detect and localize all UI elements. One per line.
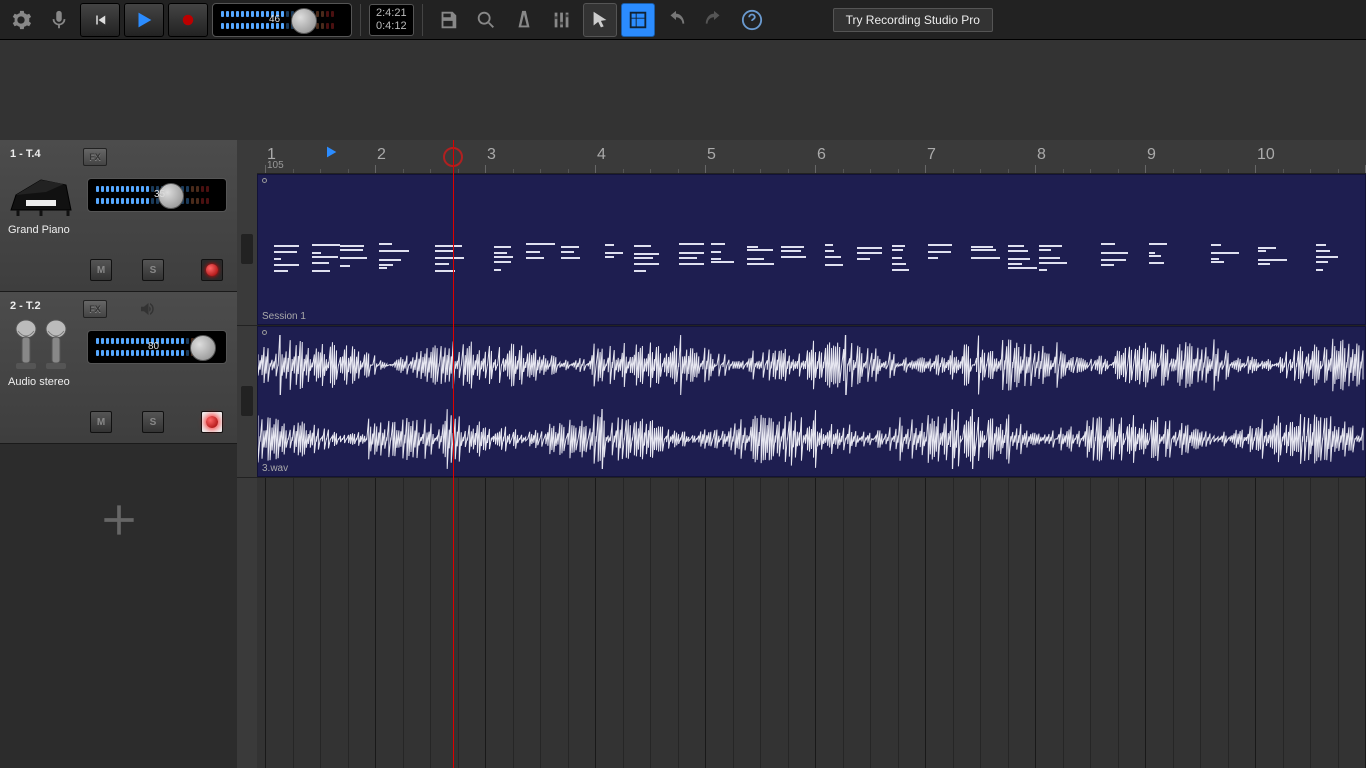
timeline-area: 105 1234567891011 Session 1 3.wav	[257, 140, 1366, 768]
range-tool-button[interactable]	[621, 3, 655, 37]
metronome-button[interactable]	[507, 3, 541, 37]
track-minimap-item[interactable]	[237, 326, 257, 478]
playhead[interactable]	[453, 140, 454, 768]
solo-button[interactable]: S	[142, 411, 164, 433]
master-volume-value: 46	[269, 14, 280, 25]
help-button[interactable]	[735, 3, 769, 37]
solo-button[interactable]: S	[142, 259, 164, 281]
bar-number: 5	[707, 146, 716, 164]
mic-input-button[interactable]	[42, 3, 76, 37]
master-volume-knob[interactable]	[291, 8, 317, 34]
track-header-2[interactable]: 2 - T.2 FX Audio stereo 80 M S	[0, 292, 237, 444]
audio-clip[interactable]: 3.wav	[257, 326, 1366, 477]
bar-number: 8	[1037, 146, 1046, 164]
playhead-marker-icon[interactable]	[323, 144, 339, 163]
instrument-icon-mic[interactable]	[6, 320, 76, 374]
track-minimap-column	[237, 140, 257, 768]
bar-number: 4	[597, 146, 606, 164]
play-button[interactable]	[124, 3, 164, 37]
fx-button[interactable]: FX	[83, 148, 107, 166]
bar-number: 6	[817, 146, 826, 164]
track-id: 2 - T.2	[10, 300, 227, 312]
redo-button[interactable]	[697, 3, 731, 37]
track-volume-value: 80	[148, 341, 159, 352]
settings-button[interactable]	[4, 3, 38, 37]
fx-button[interactable]: FX	[83, 300, 107, 318]
bar-number: 2	[377, 146, 386, 164]
instrument-icon-piano[interactable]	[6, 168, 76, 222]
track-name: Audio stereo	[8, 376, 70, 388]
add-track-button[interactable]	[0, 444, 237, 596]
track-volume-knob[interactable]	[190, 335, 216, 361]
track-volume-slider[interactable]: 35	[87, 178, 227, 212]
midi-clip[interactable]: Session 1	[257, 174, 1366, 325]
record-arm-button[interactable]	[201, 411, 223, 433]
mute-button[interactable]: M	[90, 411, 112, 433]
bar-number: 3	[487, 146, 496, 164]
workspace: 1 - T.4 FX Grand Piano 35 M S 2 - T.2 FX	[0, 40, 1366, 768]
zoom-button[interactable]	[469, 3, 503, 37]
record-arm-button[interactable]	[201, 259, 223, 281]
track-name: Grand Piano	[8, 224, 70, 236]
pointer-tool-button[interactable]	[583, 3, 617, 37]
timecode-bars: 2:4:21	[376, 7, 407, 20]
clip-label: Session 1	[262, 311, 306, 322]
track-lane-1[interactable]: Session 1	[257, 174, 1366, 326]
track-header-panel: 1 - T.4 FX Grand Piano 35 M S 2 - T.2 FX	[0, 140, 237, 768]
timecode-display[interactable]: 2:4:21 0:4:12	[369, 4, 414, 36]
master-volume-meter[interactable]: 46	[212, 3, 352, 37]
mute-button[interactable]: M	[90, 259, 112, 281]
speaker-icon[interactable]	[137, 300, 157, 323]
track-minimap-item[interactable]	[237, 174, 257, 326]
bar-number: 7	[927, 146, 936, 164]
track-id: 1 - T.4	[10, 148, 227, 160]
track-header-1[interactable]: 1 - T.4 FX Grand Piano 35 M S	[0, 140, 237, 292]
toolbar: 46 2:4:21 0:4:12 Try Recording Studio Pr…	[0, 0, 1366, 40]
track-volume-slider[interactable]: 80	[87, 330, 227, 364]
track-volume-value: 35	[154, 189, 165, 200]
mixer-button[interactable]	[545, 3, 579, 37]
ruler[interactable]: 105 1234567891011	[257, 140, 1366, 174]
bar-number: 1	[267, 146, 276, 164]
promo-button[interactable]: Try Recording Studio Pro	[833, 8, 993, 32]
record-button[interactable]	[168, 3, 208, 37]
undo-button[interactable]	[659, 3, 693, 37]
bar-number: 10	[1257, 146, 1275, 164]
timecode-time: 0:4:12	[376, 20, 407, 33]
clip-label: 3.wav	[262, 463, 288, 474]
track-lane-2[interactable]: 3.wav	[257, 326, 1366, 478]
save-button[interactable]	[431, 3, 465, 37]
bar-number: 9	[1147, 146, 1156, 164]
rewind-button[interactable]	[80, 3, 120, 37]
